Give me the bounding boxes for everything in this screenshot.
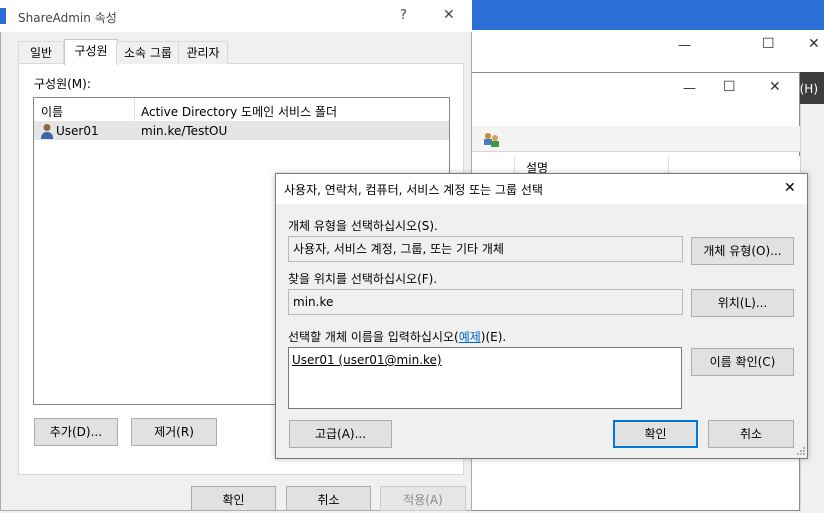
close-icon[interactable]: ✕ <box>808 36 820 52</box>
object-names-label-suffix: )(E). <box>480 330 507 344</box>
close-icon[interactable]: ✕ <box>443 7 455 23</box>
user-icon <box>41 124 53 139</box>
object-names-label-prefix: 선택할 개체 이름을 입력하십시오( <box>288 330 459 344</box>
location-label: 찾을 위치를 선택하십시오(F). <box>288 272 438 286</box>
location-field: min.ke <box>288 289 683 315</box>
select-dialog-titlebar: 사용자, 연락처, 컴퓨터, 서비스 계정 또는 그룹 선택 ✕ <box>276 174 807 204</box>
inner-maximize-icon[interactable]: ☐ <box>723 79 736 95</box>
object-names-label: 선택할 개체 이름을 입력하십시오(예제)(E). <box>288 328 506 345</box>
help-icon[interactable]: ? <box>400 8 407 23</box>
members-list-header: 이름 Active Directory 도메인 서비스 폴더 <box>34 98 449 122</box>
inner-toolbar <box>470 126 800 152</box>
share-cancel-button[interactable]: 취소 <box>286 486 371 511</box>
apply-button: 적용(A) <box>380 486 466 511</box>
background-window-controls: — ☐ ✕ <box>470 30 824 62</box>
add-button[interactable]: 추가(D)... <box>34 418 118 446</box>
maximize-icon[interactable]: ☐ <box>762 36 775 52</box>
object-names-input[interactable]: User01 (user01@min.ke) <box>288 347 682 409</box>
object-type-field: 사용자, 서비스 계정, 그룹, 또는 기타 개체 <box>288 236 683 262</box>
close-icon[interactable]: ✕ <box>784 180 796 196</box>
locations-button[interactable]: 위치(L)... <box>691 289 794 317</box>
app-icon <box>0 8 6 24</box>
share-ok-button[interactable]: 확인 <box>191 486 276 511</box>
object-types-button[interactable]: 개체 유형(O)... <box>691 237 794 265</box>
background-titlebar <box>470 0 824 30</box>
column-ad-folder[interactable]: Active Directory 도메인 서비스 폴더 <box>141 103 337 120</box>
advanced-button[interactable]: 고급(A)... <box>289 420 392 448</box>
remove-button[interactable]: 제거(R) <box>131 418 217 446</box>
select-dialog-title: 사용자, 연락처, 컴퓨터, 서비스 계정 또는 그룹 선택 <box>284 183 543 197</box>
tab-member-of[interactable]: 소속 그룹 <box>116 41 180 64</box>
minimize-icon[interactable]: — <box>678 38 691 53</box>
tab-members[interactable]: 구성원 <box>64 39 118 65</box>
tab-managed-by[interactable]: 관리자 <box>178 41 228 64</box>
select-ok-button[interactable]: 확인 <box>613 420 698 448</box>
column-name[interactable]: 이름 <box>41 103 63 120</box>
share-dialog-titlebar: ShareAdmin 속성 ? ✕ <box>0 0 472 32</box>
users-icon[interactable] <box>482 130 500 148</box>
resize-grip-icon[interactable] <box>796 446 806 456</box>
object-type-label: 개체 유형을 선택하십시오(S). <box>288 219 438 233</box>
row-name: User01 <box>56 124 99 138</box>
table-row[interactable]: User01 min.ke/TestOU <box>34 122 449 140</box>
menu-help-hint[interactable]: (H) <box>800 82 818 96</box>
share-dialog-title: ShareAdmin 속성 <box>18 11 117 25</box>
inner-close-icon[interactable]: ✕ <box>769 79 781 95</box>
resolved-name: User01 (user01@min.ke) <box>292 353 442 367</box>
inner-minimize-icon[interactable]: — <box>683 81 696 96</box>
tab-general[interactable]: 일반 <box>18 41 64 64</box>
check-names-button[interactable]: 이름 확인(C) <box>691 348 794 376</box>
row-folder: min.ke/TestOU <box>141 124 228 138</box>
select-cancel-button[interactable]: 취소 <box>708 420 794 448</box>
members-label: 구성원(M): <box>34 77 91 91</box>
examples-link[interactable]: 예제 <box>459 330 481 344</box>
